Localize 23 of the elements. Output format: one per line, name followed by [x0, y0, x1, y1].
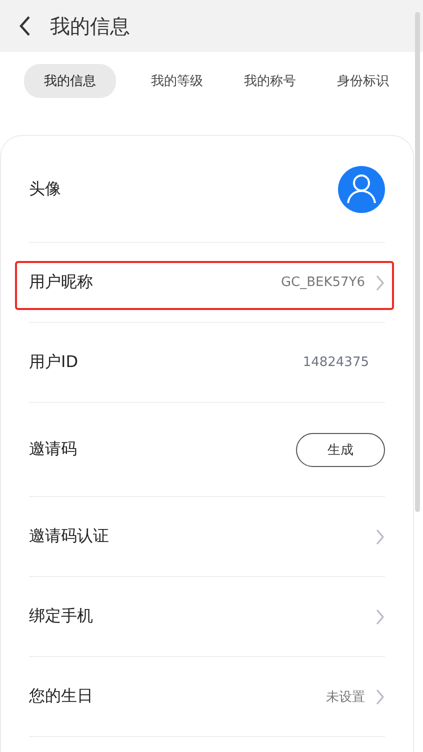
tab[interactable]: 我的信息 — [24, 64, 116, 98]
row-label: 邀请码认证 — [29, 526, 110, 547]
row-label: 您的生日 — [29, 686, 94, 707]
generate-button[interactable]: 生成 — [296, 432, 385, 466]
row-label: 用户昵称 — [29, 272, 94, 293]
avatar-icon[interactable] — [338, 166, 385, 212]
row-value: GC_BEK57Y6 — [280, 275, 365, 290]
back-icon[interactable] — [18, 15, 32, 37]
scrollbar[interactable] — [415, 12, 420, 512]
row-value: 14824375 — [302, 355, 369, 370]
tab[interactable]: 我的等级 — [145, 64, 209, 98]
row-value: 未设置 — [326, 688, 365, 706]
tab[interactable]: 我的称号 — [238, 64, 302, 98]
page-title: 我的信息 — [50, 12, 130, 40]
chevron-right-icon — [375, 688, 385, 704]
row-label: 头像 — [29, 178, 62, 200]
chevron-right-icon — [375, 528, 385, 544]
row-label: 用户ID — [29, 352, 80, 373]
tab[interactable]: 身份标识 — [331, 64, 395, 98]
chevron-right-icon — [375, 274, 385, 290]
chevron-right-icon — [375, 608, 385, 624]
row-label: 绑定手机 — [29, 606, 94, 627]
row-label: 邀请码 — [29, 439, 78, 460]
